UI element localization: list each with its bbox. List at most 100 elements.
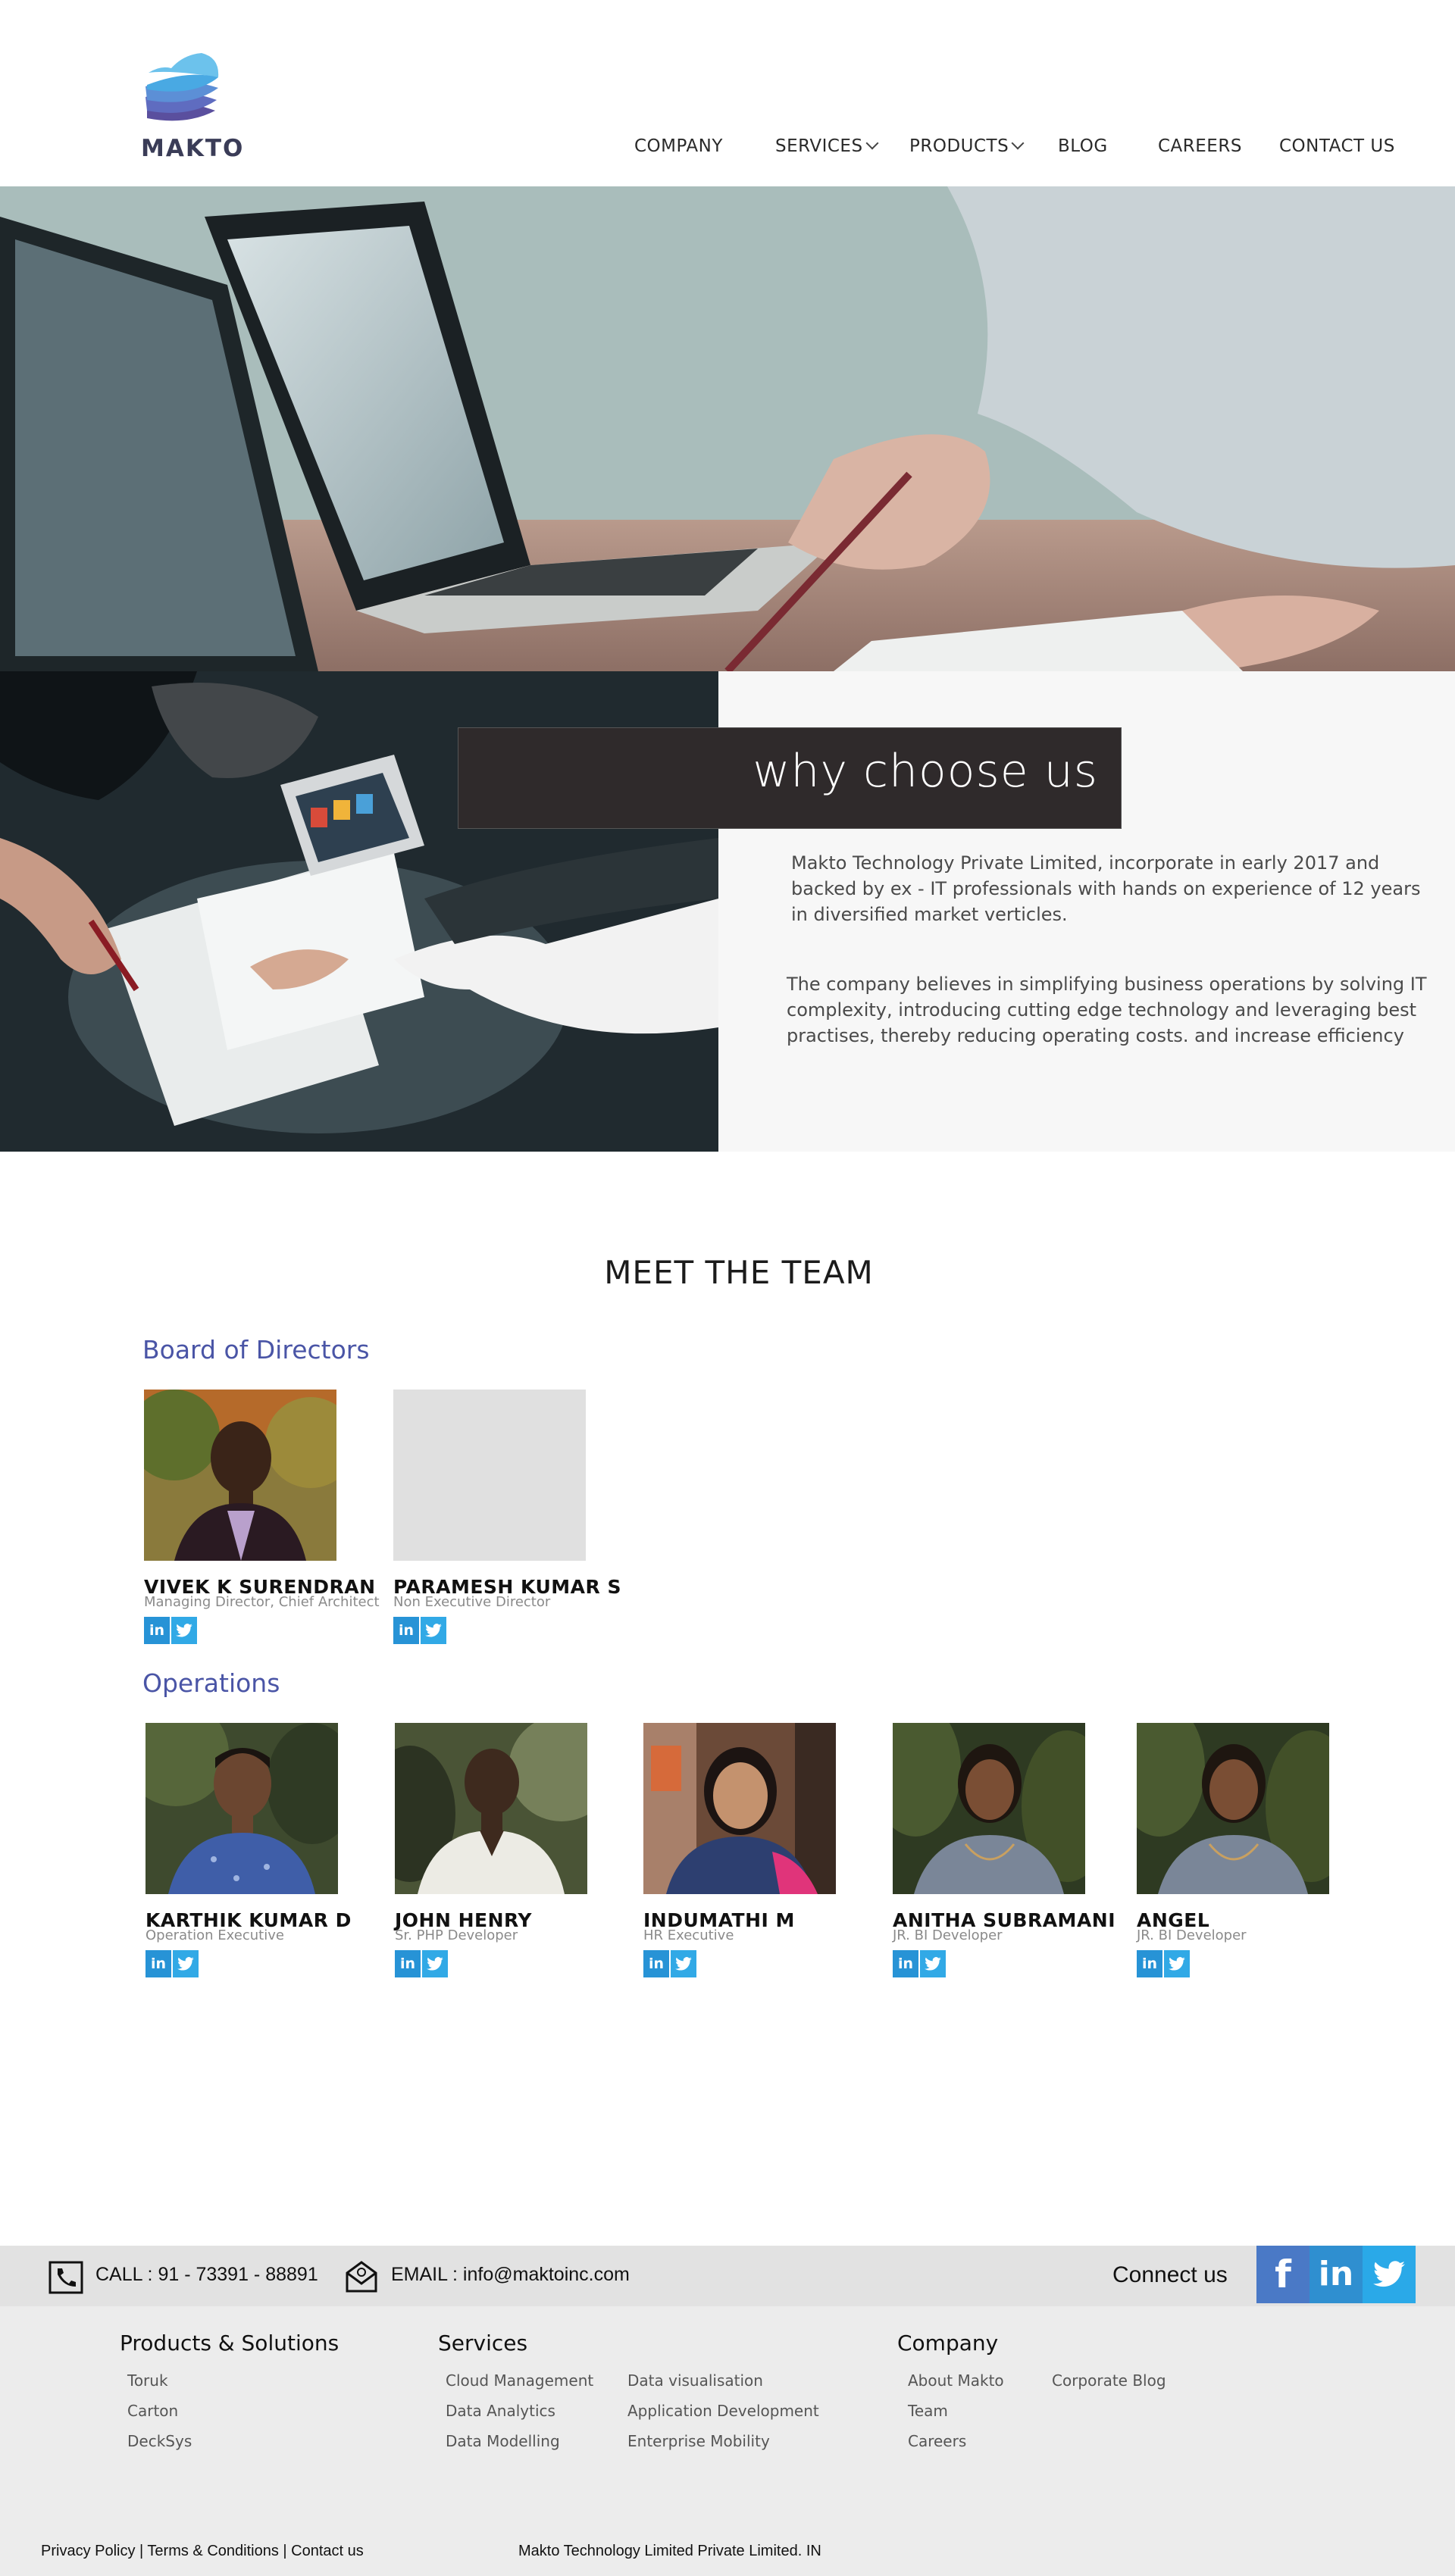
member-photo bbox=[395, 1723, 587, 1894]
twitter-large-icon[interactable] bbox=[1363, 2246, 1416, 2303]
nav-services-label: SERVICES bbox=[775, 136, 863, 156]
main-nav: COMPANY SERVICES PRODUCTS BLOG CAREERS C… bbox=[0, 136, 1455, 167]
footer-link[interactable]: Careers bbox=[908, 2432, 966, 2450]
member-socials: in bbox=[144, 1617, 199, 1646]
footer-legal-links[interactable]: Privacy Policy | Terms & Conditions | Co… bbox=[41, 2543, 364, 2560]
footer-link[interactable]: Data Analytics bbox=[446, 2402, 555, 2420]
linkedin-icon[interactable]: in bbox=[395, 1950, 421, 1977]
footer-link[interactable]: Application Development bbox=[627, 2402, 819, 2420]
email-icon bbox=[346, 2261, 377, 2293]
linkedin-icon[interactable]: in bbox=[893, 1950, 918, 1977]
member-photo bbox=[643, 1723, 836, 1894]
footer-link[interactable]: Data Modelling bbox=[446, 2432, 560, 2450]
phone-icon bbox=[48, 2261, 83, 2294]
connect-us-label: Connect us bbox=[1112, 2262, 1228, 2287]
member-photo bbox=[893, 1723, 1085, 1894]
chevron-down-icon bbox=[865, 136, 879, 150]
linkedin-icon[interactable]: in bbox=[146, 1950, 171, 1977]
team-title: MEET THE TEAM bbox=[604, 1254, 874, 1291]
twitter-icon[interactable] bbox=[421, 1617, 446, 1644]
member-role: Non Executive Director bbox=[393, 1594, 551, 1610]
team-member-card: JOHN HENRY Sr. PHP Developer in bbox=[395, 1723, 637, 1996]
linkedin-icon[interactable]: in bbox=[144, 1617, 170, 1644]
why-paragraph-1: Makto Technology Private Limited, incorp… bbox=[791, 850, 1420, 927]
member-role: Managing Director, Chief Architect bbox=[144, 1594, 380, 1610]
team-member-card: KARTHIK KUMAR D Operation Executive in bbox=[146, 1723, 388, 1996]
facebook-icon[interactable]: f bbox=[1256, 2246, 1310, 2303]
member-photo-placeholder bbox=[393, 1390, 586, 1561]
footer-link[interactable]: Cloud Management bbox=[446, 2371, 593, 2390]
why-p2-line: complexity, introducing cutting edge tec… bbox=[787, 999, 1417, 1021]
member-socials: in bbox=[893, 1950, 947, 1979]
nav-services[interactable]: SERVICES bbox=[775, 136, 879, 156]
team-member-card: ANITHA SUBRAMANI JR. BI Developer in bbox=[893, 1723, 1135, 1996]
why-p2-line: The company believes in simplifying busi… bbox=[787, 974, 1427, 995]
linkedin-glyph: in bbox=[1318, 2255, 1354, 2293]
member-socials: in bbox=[146, 1950, 200, 1979]
member-role: JR. BI Developer bbox=[893, 1927, 1003, 1943]
linkedin-large-icon[interactable]: in bbox=[1310, 2246, 1363, 2303]
facebook-glyph: f bbox=[1275, 2252, 1291, 2296]
nav-blog[interactable]: BLOG bbox=[1058, 136, 1108, 156]
footer-services-title: Services bbox=[438, 2331, 528, 2356]
hero-image-laptop bbox=[0, 186, 1455, 671]
member-role: Sr. PHP Developer bbox=[395, 1927, 518, 1943]
footer-company-title: Company bbox=[897, 2331, 999, 2356]
twitter-icon[interactable] bbox=[920, 1950, 946, 1977]
member-role: Operation Executive bbox=[146, 1927, 284, 1943]
footer-link[interactable]: Toruk bbox=[127, 2371, 168, 2390]
site-header: MAKTO COMPANY SERVICES PRODUCTS BLOG CAR… bbox=[0, 0, 1455, 186]
footer-link[interactable]: Data visualisation bbox=[627, 2371, 763, 2390]
nav-products-label: PRODUCTS bbox=[909, 136, 1009, 156]
footer-link[interactable]: Carton bbox=[127, 2402, 178, 2420]
member-role: HR Executive bbox=[643, 1927, 734, 1943]
member-photo bbox=[144, 1390, 336, 1561]
footer-copyright: Makto Technology Limited Private Limited… bbox=[518, 2543, 821, 2559]
member-socials: in bbox=[643, 1950, 698, 1979]
contact-bar: CALL : 91 - 73391 - 88891 EMAIL : info@m… bbox=[0, 2246, 1455, 2306]
linkedin-icon[interactable]: in bbox=[643, 1950, 669, 1977]
nav-products[interactable]: PRODUCTS bbox=[909, 136, 1025, 156]
why-choose-us-section: why choose us Makto Technology Private L… bbox=[0, 671, 1455, 1152]
twitter-icon[interactable] bbox=[1164, 1950, 1190, 1977]
hero-illustration bbox=[0, 186, 1455, 671]
footer-link[interactable]: Team bbox=[908, 2402, 948, 2420]
chevron-down-icon bbox=[1011, 136, 1025, 150]
why-p1-line: in diversified market verticles. bbox=[791, 904, 1068, 925]
team-member-card: ANGEL JR. BI Developer in bbox=[1137, 1723, 1379, 1996]
twitter-icon[interactable] bbox=[671, 1950, 696, 1977]
twitter-icon[interactable] bbox=[422, 1950, 448, 1977]
team-member-card: VIVEK K SURENDRAN Managing Director, Chi… bbox=[144, 1390, 386, 1662]
footer-link[interactable]: Corporate Blog bbox=[1052, 2371, 1166, 2390]
linkedin-icon[interactable]: in bbox=[1137, 1950, 1162, 1977]
member-photo bbox=[1137, 1723, 1329, 1894]
footer-link[interactable]: About Makto bbox=[908, 2371, 1004, 2390]
makto-logo-icon bbox=[146, 53, 219, 121]
nav-contact[interactable]: CONTACT US bbox=[1279, 136, 1395, 156]
why-p2-line: practises, thereby reducing operating co… bbox=[787, 1025, 1404, 1046]
team-member-card: INDUMATHI M HR Executive in bbox=[643, 1723, 886, 1996]
twitter-icon[interactable] bbox=[171, 1617, 197, 1644]
why-title: why choose us bbox=[753, 745, 1098, 798]
member-role: JR. BI Developer bbox=[1137, 1927, 1247, 1943]
why-paragraph-2: The company believes in simplifying busi… bbox=[787, 971, 1427, 1049]
nav-company[interactable]: COMPANY bbox=[634, 136, 723, 156]
board-title: Board of Directors bbox=[142, 1335, 370, 1365]
footer-link[interactable]: DeckSys bbox=[127, 2432, 192, 2450]
team-member-card: PARAMESH KUMAR S Non Executive Director … bbox=[393, 1390, 636, 1662]
footer-link[interactable]: Enterprise Mobility bbox=[627, 2432, 770, 2450]
member-socials: in bbox=[1137, 1950, 1191, 1979]
nav-careers[interactable]: CAREERS bbox=[1158, 136, 1242, 156]
member-socials: in bbox=[395, 1950, 449, 1979]
site-footer: Products & Solutions Toruk Carton DeckSy… bbox=[0, 2306, 1455, 2576]
email-text[interactable]: EMAIL : info@maktoinc.com bbox=[391, 2264, 630, 2286]
call-text[interactable]: CALL : 91 - 73391 - 88891 bbox=[95, 2264, 318, 2286]
member-photo bbox=[146, 1723, 338, 1894]
linkedin-icon[interactable]: in bbox=[393, 1617, 419, 1644]
operations-title: Operations bbox=[142, 1668, 280, 1698]
why-title-banner: why choose us bbox=[458, 727, 1122, 829]
twitter-icon[interactable] bbox=[173, 1950, 199, 1977]
footer-products-title: Products & Solutions bbox=[120, 2331, 340, 2356]
member-socials: in bbox=[393, 1617, 448, 1646]
why-p1-line: Makto Technology Private Limited, incorp… bbox=[791, 852, 1380, 874]
